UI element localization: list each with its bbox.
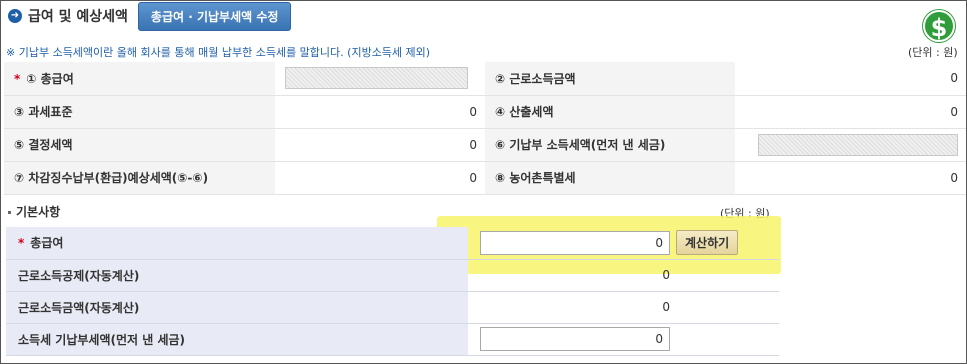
table-row: * ① 총급여 ② 근로소득금액 0	[4, 62, 966, 96]
table-row: ⑦ 차감징수납부(환급)예상세액(⑤-⑥) 0 ⑧ 농어촌특별세 0	[4, 161, 966, 195]
summary-value-7: 0	[275, 161, 485, 195]
summary-value-3: 0	[275, 95, 485, 129]
page-header: ➜ 급여 및 예상세액 총급여 · 기납부세액 수정	[8, 1, 292, 31]
table-row: * 총급여 0 계산하기	[6, 227, 779, 260]
summary-label-6: ⑥ 기납부 소득세액(먼저 낸 세금)	[485, 128, 735, 162]
bullet-icon	[8, 211, 11, 214]
disabled-field	[758, 133, 958, 156]
basic-value-deduction: 0	[468, 259, 779, 292]
edit-salary-button[interactable]: 총급여 · 기납부세액 수정	[137, 1, 292, 31]
basic-table: * 총급여 0 계산하기 근로소득공제(자동계산) 0 근로소득금액(자동계산) 0…	[6, 227, 779, 356]
table-row: 근로소득금액(자동계산) 0	[6, 291, 779, 324]
summary-label-2: ② 근로소득금액	[485, 62, 735, 96]
summary-value-2: 0	[735, 62, 966, 96]
summary-label-8: ⑧ 농어촌특별세	[485, 161, 735, 195]
page-title: 급여 및 예상세액	[28, 9, 128, 25]
table-row: 근로소득공제(자동계산) 0	[6, 259, 779, 292]
total-salary-input[interactable]: 0	[480, 230, 670, 255]
summary-value-5: 0	[275, 128, 485, 162]
unit-label: (단위 : 원)	[908, 46, 958, 59]
table-row: ③ 과세표준 0 ④ 산출세액 0	[4, 95, 966, 129]
disabled-field	[285, 67, 468, 90]
basic-label-income: 근로소득금액(자동계산)	[6, 291, 468, 324]
summary-label-1: * ① 총급여	[4, 62, 275, 96]
basic-value-income: 0	[468, 291, 779, 324]
section-title: 기본사항	[8, 203, 60, 220]
summary-table: * ① 총급여 ② 근로소득금액 0 ③ 과세표준 0 ④ 산출세액 0 ⑤ 결정…	[4, 62, 966, 195]
summary-value-4: 0	[735, 95, 966, 129]
summary-label-3: ③ 과세표준	[4, 95, 275, 129]
summary-label-7: ⑦ 차감징수납부(환급)예상세액(⑤-⑥)	[4, 161, 275, 195]
summary-value-1	[275, 62, 485, 96]
info-note: ※ 기납부 소득세액이란 올해 회사를 통해 매월 납부한 소득세를 말합니다.…	[6, 46, 431, 59]
basic-label-deduction: 근로소득공제(자동계산)	[6, 259, 468, 292]
basic-label-total-salary: * 총급여	[6, 227, 468, 260]
basic-label-prepaid-tax: 소득세 기납부세액(먼저 낸 세금)	[6, 323, 468, 356]
dollar-icon: $	[923, 10, 955, 42]
summary-label-4: ④ 산출세액	[485, 95, 735, 129]
prepaid-tax-input[interactable]: 0	[480, 327, 670, 351]
table-row: 소득세 기납부세액(먼저 낸 세금) 0	[6, 323, 779, 356]
basic-value-total-salary: 0 계산하기	[468, 227, 779, 260]
summary-value-6	[735, 128, 966, 162]
required-mark: *	[14, 71, 21, 86]
basic-value-prepaid-tax: 0	[468, 323, 779, 356]
arrow-circle-icon: ➜	[8, 9, 22, 23]
calculate-button[interactable]: 계산하기	[676, 230, 739, 256]
summary-label-5: ⑤ 결정세액	[4, 128, 275, 162]
required-mark: *	[18, 236, 25, 251]
table-row: ⑤ 결정세액 0 ⑥ 기납부 소득세액(먼저 낸 세금)	[4, 128, 966, 162]
summary-value-8: 0	[735, 161, 966, 195]
